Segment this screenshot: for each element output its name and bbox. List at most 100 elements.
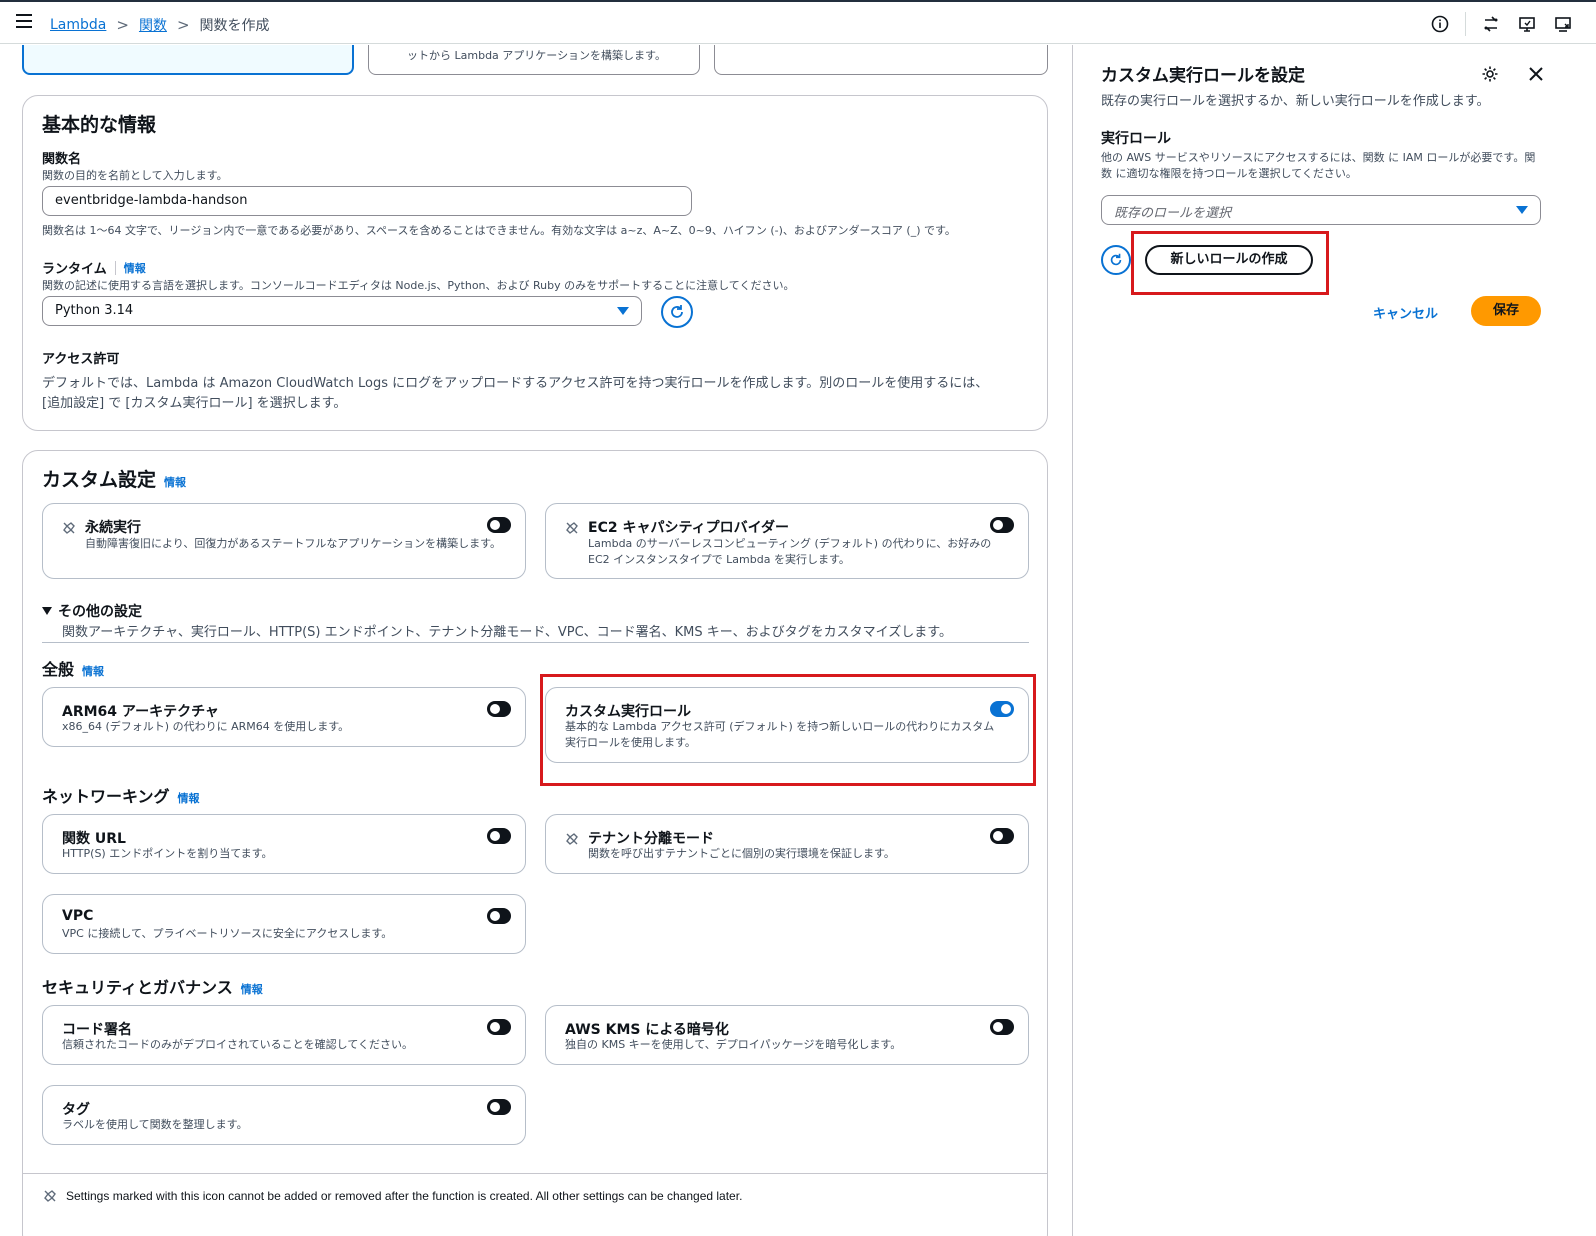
settings-gear-icon[interactable] (1481, 65, 1499, 87)
tenant-isolation-title: テナント分離モード (588, 831, 714, 847)
function-name-input[interactable]: eventbridge-lambda-handson (42, 186, 692, 216)
breadcrumb-separator: > (176, 16, 190, 34)
runtime-label: ランタイム (42, 262, 107, 277)
existing-role-placeholder: 既存のロールを選択 (1114, 206, 1232, 221)
function-name-hint: 関数名は 1〜64 文字で、リージョン内で一意である必要があり、スペースを含める… (42, 224, 956, 237)
breadcrumb-functions[interactable]: 関数 (139, 15, 167, 35)
execution-role-label: 実行ロール (1101, 131, 1171, 147)
cancel-button[interactable]: キャンセル (1373, 303, 1438, 322)
option-tile-blueprint[interactable]: ットから Lambda アプリケーションを構築します。 (368, 45, 700, 75)
tile-description: ットから Lambda アプリケーションを構築します。 (407, 49, 666, 62)
kms-encryption-card[interactable]: AWS KMS による暗号化 独自の KMS キーを使用して、デプロイパッケージ… (545, 1005, 1029, 1065)
ec2-capacity-title: EC2 キャパシティプロバイダー (588, 520, 790, 536)
panel-icon[interactable] (1552, 13, 1574, 35)
durable-execution-card[interactable]: 永続実行 自動障害復旧により、回復力があるステートフルなアプリケーションを構築し… (42, 503, 526, 579)
function-url-title: 関数 URL (62, 831, 126, 847)
breadcrumb-lambda[interactable]: Lambda (50, 17, 106, 33)
security-header: セキュリティとガバナンス 情報 (42, 974, 263, 998)
function-name-description: 関数の目的を名前として入力します。 (42, 169, 228, 182)
menu-icon[interactable] (16, 14, 32, 28)
code-signing-card[interactable]: コード署名 信頼されたコードのみがデプロイされていることを確認してください。 (42, 1005, 526, 1065)
divider (42, 642, 1029, 643)
tags-title: タグ (62, 1102, 90, 1118)
save-button[interactable]: 保存 (1471, 296, 1541, 326)
networking-header: ネットワーキング 情報 (42, 783, 200, 807)
caret-down-icon (1516, 206, 1528, 214)
networking-title: ネットワーキング (42, 787, 170, 806)
kms-encryption-title: AWS KMS による暗号化 (565, 1022, 729, 1038)
arm64-card[interactable]: ARM64 アーキテクチャ x86_64 (デフォルト) の代わりに ARM64… (42, 687, 526, 747)
vpc-description: VPC に接続して、プライベートリソースに安全にアクセスします。 (62, 927, 393, 940)
feedback-icon[interactable] (1516, 13, 1538, 35)
divider (114, 260, 116, 275)
other-settings-description: 関数アーキテクチャ、実行ロール、HTTP(S) エンドポイント、テナント分離モー… (62, 625, 952, 640)
footer-note-text: Settings marked with this icon cannot be… (66, 1189, 743, 1203)
durable-execution-toggle[interactable] (487, 517, 511, 533)
runtime-select[interactable]: Python 3.14 (42, 296, 642, 326)
main-content: ットから Lambda アプリケーションを構築します。 基本的な情報 関数名 関… (0, 45, 1072, 1236)
runtime-label-row: ランタイム 情報 (42, 258, 146, 277)
breadcrumb-separator: > (116, 16, 129, 34)
refresh-runtime-button[interactable] (661, 296, 693, 328)
custom-settings-title: カスタム設定 (42, 469, 157, 491)
function-url-description: HTTP(S) エンドポイントを割り当てます。 (62, 847, 273, 860)
networking-info-link[interactable]: 情報 (178, 790, 200, 806)
ec2-capacity-toggle[interactable] (990, 517, 1014, 533)
option-tile-author[interactable] (22, 45, 354, 75)
runtime-info-link[interactable]: 情報 (124, 260, 146, 276)
function-url-card[interactable]: 関数 URL HTTP(S) エンドポイントを割り当てます。 (42, 814, 526, 874)
locked-setting-icon (44, 1190, 56, 1202)
tags-description: ラベルを使用して関数を整理します。 (62, 1118, 248, 1131)
breadcrumb: Lambda > 関数 > 関数を作成 (50, 15, 270, 35)
basic-info-panel: 基本的な情報 関数名 関数の目的を名前として入力します。 eventbridge… (22, 95, 1048, 431)
other-settings-expander[interactable]: その他の設定 (42, 601, 142, 621)
function-name-label: 関数名 (42, 152, 82, 167)
custom-settings-info-link[interactable]: 情報 (164, 474, 186, 490)
caret-down-icon (42, 607, 52, 615)
general-title: 全般 (42, 660, 75, 679)
other-settings-title: その他の設定 (58, 604, 142, 620)
divider (1465, 12, 1466, 36)
code-signing-toggle[interactable] (487, 1019, 511, 1035)
vpc-toggle[interactable] (487, 908, 511, 924)
tenant-isolation-description: 関数を呼び出すテナントごとに個別の実行環境を保証します。 (588, 847, 895, 860)
durable-execution-description: 自動障害復旧により、回復力があるステートフルなアプリケーションを構築します。 (85, 537, 502, 550)
tags-toggle[interactable] (487, 1099, 511, 1115)
breadcrumb-current: 関数を作成 (199, 18, 270, 34)
arm64-description: x86_64 (デフォルト) の代わりに ARM64 を使用します。 (62, 720, 350, 733)
tenant-isolation-toggle[interactable] (990, 828, 1014, 844)
code-signing-description: 信頼されたコードのみがデプロイされていることを確認してください。 (62, 1038, 414, 1051)
side-panel: カスタム実行ロールを設定 既存の実行ロールを選択するか、新しい実行ロールを作成し… (1072, 45, 1596, 1236)
function-url-toggle[interactable] (487, 828, 511, 844)
locked-setting-icon (63, 522, 75, 534)
side-panel-subtitle: 既存の実行ロールを選択するか、新しい実行ロールを作成します。 (1101, 94, 1490, 109)
security-info-link[interactable]: 情報 (241, 981, 263, 997)
highlight-box (540, 674, 1036, 786)
ec2-capacity-card[interactable]: EC2 キャパシティプロバイダー Lambda のサーバーレスコンピューティング… (545, 503, 1029, 579)
vpc-card[interactable]: VPC VPC に接続して、プライベートリソースに安全にアクセスします。 (42, 894, 526, 954)
existing-role-select[interactable]: 既存のロールを選択 (1101, 195, 1541, 225)
tenant-isolation-card[interactable]: テナント分離モード 関数を呼び出すテナントごとに個別の実行環境を保証します。 (545, 814, 1029, 874)
info-icon[interactable] (1429, 13, 1451, 35)
side-panel-title: カスタム実行ロールを設定 (1101, 66, 1305, 86)
permissions-text-2: [追加設定] で [カスタム実行ロール] を選択します。 (42, 396, 347, 411)
close-icon[interactable] (1527, 65, 1545, 87)
option-tile-container[interactable] (714, 45, 1048, 75)
permissions-text-1: デフォルトでは、Lambda は Amazon CloudWatch Logs … (42, 376, 989, 391)
swap-icon[interactable] (1480, 13, 1502, 35)
kms-encryption-description: 独自の KMS キーを使用して、デプロイパッケージを暗号化します。 (565, 1038, 902, 1051)
locked-setting-icon (566, 522, 578, 534)
execution-role-description: 他の AWS サービスやリソースにアクセスするには、関数 に IAM ロールが必… (1101, 151, 1536, 180)
refresh-roles-button[interactable] (1101, 245, 1131, 275)
highlight-box (1131, 231, 1329, 295)
security-title: セキュリティとガバナンス (42, 978, 233, 997)
arm64-title: ARM64 アーキテクチャ (62, 704, 219, 720)
refresh-icon (671, 305, 683, 318)
tags-card[interactable]: タグ ラベルを使用して関数を整理します。 (42, 1085, 526, 1145)
arm64-toggle[interactable] (487, 701, 511, 717)
general-info-link[interactable]: 情報 (82, 663, 104, 679)
top-icons (1429, 12, 1574, 36)
general-header: 全般 情報 (42, 656, 104, 680)
footer-note: Settings marked with this icon cannot be… (42, 1188, 742, 1204)
kms-encryption-toggle[interactable] (990, 1019, 1014, 1035)
